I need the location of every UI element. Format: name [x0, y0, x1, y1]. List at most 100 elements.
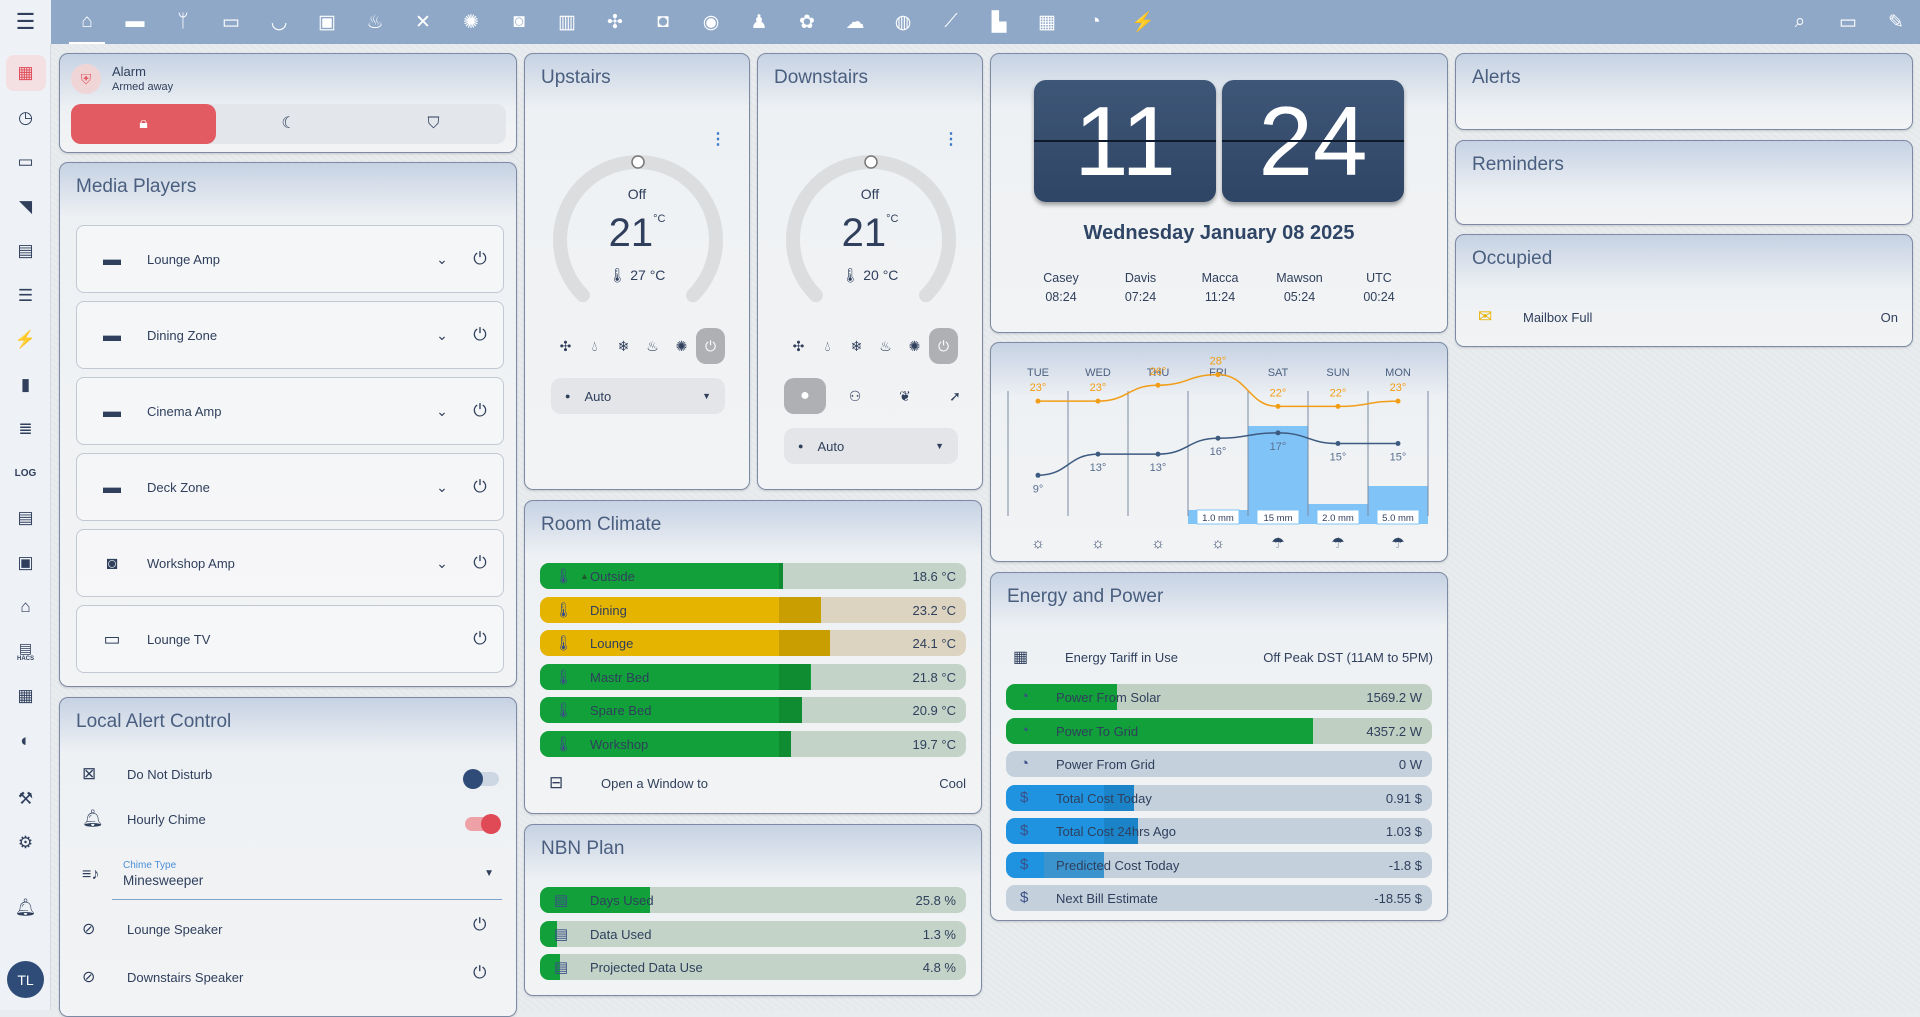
tab-gauge[interactable]: ◔	[1071, 0, 1119, 44]
chevron-down-icon[interactable]: ⌄	[423, 479, 461, 496]
bar-row[interactable]: 🌡︎ Mastr Bed 21.8 °C	[540, 663, 966, 690]
sidebar-item-devices[interactable]: ▭	[0, 140, 51, 185]
arm-night-button[interactable]: ☾	[216, 104, 361, 144]
heat-mode-button[interactable]: ♨	[638, 328, 667, 364]
off-mode-button[interactable]: ⏻	[696, 328, 725, 364]
media-player-row[interactable]: ▬ Deck Zone ⌄ ⏻	[76, 453, 504, 521]
tab-garage[interactable]: ▙	[975, 0, 1023, 44]
auto-mode-button[interactable]: ✺	[900, 328, 929, 364]
dnd-toggle[interactable]	[463, 769, 499, 789]
fan-mode-button[interactable]: ✣	[784, 328, 813, 364]
power-button[interactable]: ⏻	[473, 963, 486, 983]
tab-dryer[interactable]: ◘	[639, 0, 687, 44]
bar-row[interactable]: 🌡︎ Workshop 19.7 °C	[540, 730, 966, 757]
tab-home[interactable]: ⌂	[63, 0, 111, 44]
tab-bed[interactable]: ▭	[207, 0, 255, 44]
chime-toggle[interactable]	[465, 814, 501, 834]
chevron-down-icon[interactable]: ⌄	[423, 251, 461, 268]
chevron-down-icon[interactable]: ⌄	[423, 403, 461, 420]
bar-row[interactable]: ▤ Data Used 1.3 %	[540, 920, 966, 947]
tab-silverware[interactable]: ᛘ	[159, 0, 207, 44]
power-button[interactable]: ⏻	[461, 249, 499, 269]
bar-row[interactable]: 🌡︎ Lounge 24.1 °C	[540, 630, 966, 656]
bar-row[interactable]: ▤ Projected Data Use 4.8 %	[540, 954, 966, 980]
tab-telescope[interactable]: ⟋	[927, 0, 975, 44]
sidebar-item-developer-tools[interactable]: ⚒	[0, 777, 51, 822]
auto-mode-button[interactable]: ✺	[667, 328, 696, 364]
bar-row[interactable]: 🌡︎ Spare Bed 20.9 °C	[540, 697, 966, 723]
bar-row[interactable]: ▤ Days Used 25.8 %	[540, 887, 966, 913]
tab-bookshelf[interactable]: ▥	[543, 0, 591, 44]
media-player-row[interactable]: ◙ Workshop Amp ⌄ ⏻	[76, 529, 504, 597]
heat-mode-button[interactable]: ♨	[871, 328, 900, 364]
chevron-down-icon[interactable]: ⌄	[423, 327, 461, 344]
sidebar-item-hacs[interactable]: ▤ HACS	[0, 630, 51, 675]
bar-row[interactable]: $ Predicted Cost Today -1.8 $	[1006, 851, 1432, 878]
tab-washing-machine[interactable]: ◙	[495, 0, 543, 44]
edit-icon[interactable]: ✎	[1872, 0, 1920, 44]
preset-home-button[interactable]: ⚇	[834, 378, 876, 414]
fan-mode-select[interactable]: ● Auto ▼	[551, 378, 725, 414]
media-player-row[interactable]: ▬ Dining Zone ⌄ ⏻	[76, 301, 504, 369]
tab-flower[interactable]: ✿	[783, 0, 831, 44]
power-button[interactable]: ⏻	[473, 915, 486, 935]
dry-mode-button[interactable]: 💧︎	[813, 328, 842, 364]
bar-row[interactable]: ◔ Power From Solar 1569.2 W	[1006, 684, 1432, 710]
bar-row[interactable]: $ Total Cost 24hrs Ago 1.03 $	[1006, 818, 1432, 844]
mailbox-row[interactable]: ✉ Mailbox Full On	[1478, 307, 1898, 327]
tab-power-plug[interactable]: ⚡	[1119, 0, 1167, 44]
media-player-row[interactable]: ▭ Lounge TV ⏻	[76, 605, 504, 673]
power-button[interactable]: ⏻	[461, 477, 499, 497]
tab-lightbulb[interactable]: ✺	[447, 0, 495, 44]
notifications-icon[interactable]: 🔔︎	[0, 886, 51, 931]
power-button[interactable]: ⏻	[461, 325, 499, 345]
sidebar-item-home-assistant[interactable]: ⌂	[0, 585, 51, 630]
sidebar-item-logbook[interactable]: ▤	[0, 229, 51, 274]
sidebar-item-timeline[interactable]: ☰	[0, 274, 51, 319]
tab-walk[interactable]: ♟	[735, 0, 783, 44]
menu-icon[interactable]: ☰	[0, 0, 51, 44]
power-button[interactable]: ⏻	[461, 401, 499, 421]
tab-bathtub[interactable]: ◡	[255, 0, 303, 44]
tab-earth[interactable]: ◍	[879, 0, 927, 44]
bar-row[interactable]: ◔ Power From Grid 0 W	[1006, 751, 1432, 777]
tab-sofa[interactable]: ▬	[111, 0, 159, 44]
dry-mode-button[interactable]: 💧︎	[580, 328, 609, 364]
arm-away-button[interactable]: 🔒︎	[71, 104, 216, 144]
preset-boost-button[interactable]: ➚	[934, 378, 976, 414]
tab-tools[interactable]: ✕	[399, 0, 447, 44]
sidebar-item-compass[interactable]: ◐	[0, 719, 51, 764]
tab-air-conditioner[interactable]: ✣	[591, 0, 639, 44]
sidebar-item-lovelace[interactable]: ▣	[0, 541, 51, 586]
search-icon[interactable]: ⌕	[1776, 0, 1824, 44]
tab-robot-vacuum[interactable]: ◉	[687, 0, 735, 44]
sidebar-item-energy[interactable]: ⚡	[0, 318, 51, 363]
bar-row[interactable]: 🌡︎ Dining 23.2 °C	[540, 596, 966, 623]
bar-row[interactable]: 🌡︎ ▲ Outside 18.6 °C	[540, 563, 966, 589]
tab-grill[interactable]: ♨	[351, 0, 399, 44]
sidebar-item-cctv[interactable]: ◥	[0, 185, 51, 230]
fan-mode-button[interactable]: ✣	[551, 328, 580, 364]
tab-tariff[interactable]: ▦	[1023, 0, 1071, 44]
chime-type-select[interactable]: Chime Type Minesweeper ▼	[112, 860, 502, 900]
alarm-shield-icon[interactable]: ⛨	[71, 64, 101, 94]
sidebar-item-history[interactable]: ◷	[0, 96, 51, 141]
tab-weather-cloudy[interactable]: ☁	[831, 0, 879, 44]
chevron-down-icon[interactable]: ⌄	[423, 555, 461, 572]
cool-mode-button[interactable]: ❄	[609, 328, 638, 364]
sidebar-item-statistics[interactable]: ▮	[0, 363, 51, 408]
media-player-row[interactable]: ▬ Lounge Amp ⌄ ⏻	[76, 225, 504, 293]
sidebar-item-servers[interactable]: ▤	[0, 496, 51, 541]
tab-projector[interactable]: ▣	[303, 0, 351, 44]
sidebar-item-calendar[interactable]: ▦	[0, 674, 51, 719]
fan-mode-select[interactable]: ● Auto ▼	[784, 428, 958, 464]
sidebar-item-settings[interactable]: ⚙	[0, 821, 51, 866]
assist-icon[interactable]: ▭	[1824, 0, 1872, 44]
preset-eco-button[interactable]: ❦	[884, 378, 926, 414]
bar-row[interactable]: $ Total Cost Today 0.91 $	[1006, 784, 1432, 811]
power-button[interactable]: ⏻	[461, 629, 499, 649]
disarm-button[interactable]: ⛉	[361, 104, 506, 144]
preset-none-button[interactable]: ●	[784, 378, 826, 414]
media-player-row[interactable]: ▬ Cinema Amp ⌄ ⏻	[76, 377, 504, 445]
sidebar-item-log[interactable]: LOG	[0, 452, 51, 497]
